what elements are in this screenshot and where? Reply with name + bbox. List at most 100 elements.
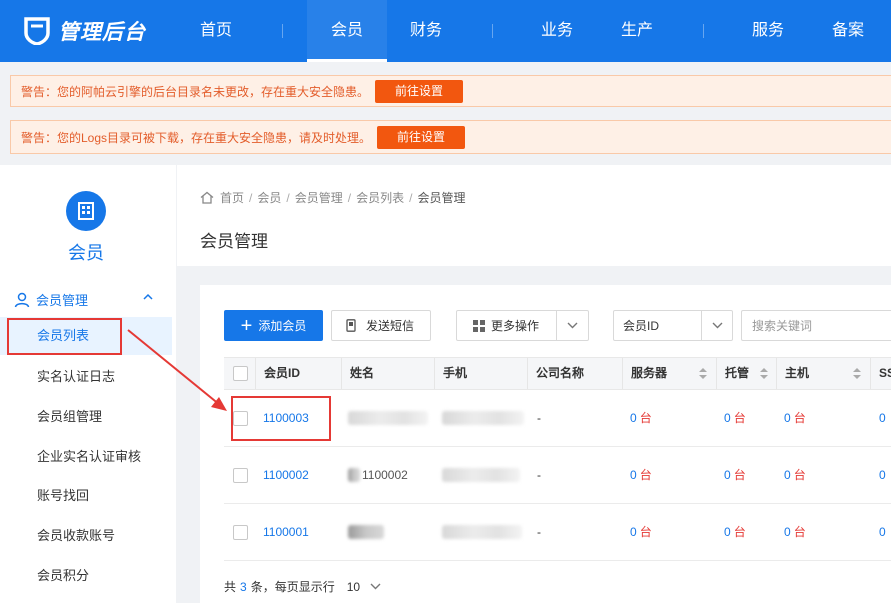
server-count[interactable]: 0台 (630, 447, 652, 503)
col-host-label: 主机 (785, 366, 810, 380)
sidebar-item-payment-accounts[interactable]: 会员收款账号 (0, 517, 172, 555)
page-header: 首页 / 会员 / 会员管理 / 会员列表 / 会员管理 会员管理 (177, 165, 891, 266)
search-input[interactable] (741, 310, 891, 341)
redacted-phone (442, 525, 522, 539)
row-checkbox[interactable] (233, 525, 248, 540)
chevron-up-icon[interactable] (142, 291, 154, 303)
nav-home[interactable]: 首页 (200, 0, 232, 62)
sidebar-item-verification-log[interactable]: 实名认证日志 (0, 358, 172, 396)
page-size-select[interactable]: 10 (347, 580, 360, 594)
nav-member[interactable]: 会员 (307, 0, 387, 62)
sidebar: 会员 会员管理 会员列表 实名认证日志 会员组管理 企业实名认证审核 账号找回 … (0, 165, 176, 603)
home-icon[interactable] (200, 191, 214, 204)
col-phone: 手机 (434, 358, 527, 389)
search-field-select[interactable]: 会员ID (613, 310, 733, 341)
ss-count[interactable]: 0 (879, 447, 886, 503)
sidebar-item-member-points[interactable]: 会员积分 (0, 557, 172, 595)
server-count[interactable]: 0台 (630, 390, 652, 446)
server-count[interactable]: 0台 (630, 504, 652, 560)
hosting-count[interactable]: 0台 (724, 504, 746, 560)
member-id-link[interactable]: 1100001 (263, 504, 309, 560)
nav-finance[interactable]: 财务 (410, 0, 442, 62)
host-count[interactable]: 0台 (784, 390, 806, 446)
sort-icon[interactable] (699, 368, 707, 379)
shield-logo-icon (24, 17, 50, 45)
send-sms-label: 发送短信 (366, 319, 415, 333)
total-count: 3 (240, 579, 247, 594)
phone-icon (346, 319, 356, 332)
send-sms-button[interactable]: 发送短信 (331, 310, 431, 341)
go-settings-button[interactable]: 前往设置 (377, 125, 466, 149)
sidebar-item-enterprise-review[interactable]: 企业实名认证审核 (0, 438, 172, 476)
col-server-label: 服务器 (631, 366, 668, 380)
warning-bar: 警告：您的阿帕云引擎的后台目录名未更改，存在重大安全隐患。 前往设置 (10, 75, 891, 107)
logo-text: 管理后台 (58, 21, 146, 44)
sort-icon[interactable] (853, 368, 861, 379)
col-ss: SS (870, 358, 891, 389)
redacted-name (348, 411, 428, 425)
add-member-button[interactable]: + 添加会员 (224, 310, 323, 341)
breadcrumb-member[interactable]: 会员 (257, 189, 281, 206)
row-checkbox[interactable] (233, 468, 248, 483)
breadcrumb-separator: / (409, 190, 413, 205)
top-navigation-bar: 管理后台 首页 会员 财务 业务 生产 服务 备案 (0, 0, 891, 62)
add-member-label: 添加会员 (258, 319, 307, 333)
row-checkbox[interactable] (233, 411, 248, 426)
chevron-down-icon[interactable] (556, 311, 588, 340)
sidebar-item-account-recovery[interactable]: 账号找回 (0, 477, 172, 515)
module-label: 会员 (68, 243, 104, 263)
breadcrumb-home[interactable]: 首页 (220, 189, 244, 206)
member-management-group[interactable]: 会员管理 (14, 290, 154, 309)
col-server[interactable]: 服务器 (622, 358, 716, 389)
go-settings-button[interactable]: 前往设置 (375, 79, 464, 103)
select-all-checkbox[interactable] (233, 366, 248, 381)
user-icon (14, 292, 30, 307)
ss-count[interactable]: 0 (879, 390, 886, 446)
nav-separator (282, 24, 283, 38)
col-member-id[interactable]: 会员ID (255, 358, 341, 389)
sidebar-item-member-list[interactable]: 会员列表 (0, 317, 172, 355)
hosting-count[interactable]: 0台 (724, 447, 746, 503)
col-host[interactable]: 主机 (776, 358, 870, 389)
group-label: 会员管理 (36, 293, 89, 308)
host-count[interactable]: 0台 (784, 447, 806, 503)
member-id-link[interactable]: 1100003 (263, 390, 309, 446)
pagination: 共 3 条，每页显示行 10 (224, 578, 381, 595)
warning-text: 警告：您的Logs目录可被下载，存在重大安全隐患，请及时处理。 (21, 130, 372, 145)
ss-count[interactable]: 0 (879, 504, 886, 560)
total-suffix: 条，每页显示行 (250, 580, 335, 594)
table-row: 1100003 - 0台 0台 0台 0 (224, 390, 891, 447)
breadcrumb-separator: / (286, 190, 290, 205)
chevron-down-icon[interactable] (370, 583, 381, 590)
more-actions-label: 更多操作 (491, 319, 540, 333)
col-company: 公司名称 (527, 358, 622, 389)
nav-separator (703, 24, 704, 38)
warning-bar: 警告：您的Logs目录可被下载，存在重大安全隐患，请及时处理。 前往设置 (10, 120, 891, 154)
nav-business[interactable]: 业务 (541, 0, 573, 62)
redacted-phone (442, 411, 524, 425)
company-cell: - (537, 411, 541, 425)
table-row: 1100001 - 0台 0台 0台 0 (224, 504, 891, 561)
total-prefix: 共 (224, 580, 237, 594)
host-count[interactable]: 0台 (784, 504, 806, 560)
breadcrumb-member-management[interactable]: 会员管理 (295, 189, 343, 206)
nav-filing[interactable]: 备案 (832, 0, 864, 62)
breadcrumb-member-list[interactable]: 会员列表 (356, 189, 404, 206)
logo[interactable]: 管理后台 (24, 16, 146, 46)
col-hosting[interactable]: 托管 (716, 358, 776, 389)
sidebar-item-member-groups[interactable]: 会员组管理 (0, 398, 172, 436)
company-cell: - (537, 468, 541, 482)
breadcrumb-separator: / (347, 190, 352, 205)
warning-text: 警告：您的阿帕云引擎的后台目录名未更改，存在重大安全隐患。 (21, 84, 370, 99)
nav-service[interactable]: 服务 (752, 0, 784, 62)
sort-icon[interactable] (760, 368, 768, 379)
more-actions-button[interactable]: 更多操作 (456, 310, 589, 341)
redacted-name (348, 525, 384, 539)
name-cell: 1100002 (362, 468, 408, 482)
redacted-phone (442, 468, 520, 482)
grid-icon (473, 319, 485, 332)
member-id-link[interactable]: 1100002 (263, 447, 309, 503)
nav-production[interactable]: 生产 (621, 0, 653, 62)
hosting-count[interactable]: 0台 (724, 390, 746, 446)
table-row: 1100002 1100002 - 0台 0台 0台 0 (224, 447, 891, 504)
